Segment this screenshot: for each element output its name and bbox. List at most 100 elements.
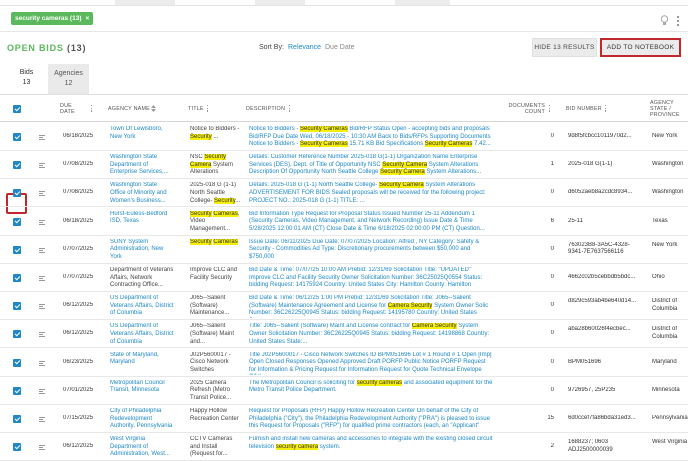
due-date: 07/07/2025 — [63, 274, 94, 280]
agency-link[interactable]: Hurst-Euless-Bedford ISD, Texas — [110, 211, 174, 234]
check-icon[interactable] — [13, 330, 21, 339]
agency-state: New York — [652, 133, 678, 139]
table-row[interactable]: 07/07/2025 SUNY System Administration, Ne… — [0, 236, 688, 264]
col-title[interactable]: TITLE — [188, 106, 204, 112]
bid-description-link[interactable]: Bid Date & Time: 06/12/25 1:00 PM Prebid… — [249, 295, 494, 318]
agency-link[interactable]: Washington State Department of Enterpris… — [110, 154, 174, 177]
check-icon[interactable] — [13, 386, 21, 395]
agency-link[interactable]: Washington State Office of Minority and … — [110, 182, 174, 205]
agency-link[interactable]: US Department of Veterans Affairs, Distr… — [110, 295, 174, 318]
check-icon[interactable] — [13, 358, 21, 367]
bid-description-link[interactable]: Bid Date & Time: 07/07/25 10:00 AM Prebi… — [249, 267, 494, 290]
list-icon[interactable] — [39, 135, 45, 141]
list-icon[interactable] — [39, 304, 45, 310]
table-row[interactable]: 07/07/2025 Department of Veterans Affairs… — [0, 264, 688, 292]
bid-description-link[interactable]: Issue Date: 06/11/2025 Due Date: 07/07/2… — [249, 239, 494, 262]
more-vertical-icon[interactable] — [675, 16, 681, 28]
agency-link[interactable]: SUNY System Administration, New York — [110, 239, 174, 262]
check-icon[interactable] — [13, 105, 21, 113]
bid-description-link[interactable]: Furnish and install new cameras and acce… — [249, 436, 494, 459]
hide-results-button[interactable]: HIDE 13 RESULTS — [532, 38, 597, 57]
list-icon[interactable] — [39, 332, 45, 338]
check-icon[interactable] — [13, 302, 21, 311]
bid-description-link[interactable]: The Metropolitan Council is soliciting f… — [249, 379, 494, 403]
check-icon[interactable] — [13, 217, 21, 226]
bid-description-link[interactable]: Request for Proposals (RFP) Happy Hollow… — [249, 408, 494, 431]
agency-state: Washington — [652, 189, 684, 196]
sort-icon[interactable] — [151, 105, 156, 112]
table-row[interactable]: 07/15/2025 City of Philadelphia Redevelop… — [0, 405, 688, 433]
list-icon[interactable] — [39, 219, 45, 226]
list-icon[interactable] — [39, 388, 45, 395]
documents-count: 0 — [550, 274, 554, 280]
agency-link: Department of Veterans Affairs, Network … — [110, 267, 174, 289]
table-row[interactable]: 06/12/2025 US Department of Veterans Affa… — [0, 320, 688, 349]
table-row[interactable]: 07/01/2025 Metropolitan Council Transit, … — [0, 377, 688, 405]
list-icon[interactable] — [39, 163, 45, 169]
toolbar-tab[interactable] — [115, 0, 175, 5]
list-icon[interactable] — [39, 276, 45, 282]
check-icon[interactable] — [13, 133, 21, 141]
bid-description-link[interactable]: Details: Customer Reference Number 2025-… — [249, 154, 494, 177]
table-row[interactable]: 07/08/2025 Washington State Department of… — [0, 151, 688, 180]
check-icon[interactable] — [13, 189, 21, 198]
col-bid-number[interactable]: BID NUMBER — [566, 106, 602, 112]
table-row[interactable]: 06/23/2025 State of Maryland, Maryland J02… — [0, 349, 688, 377]
agency-state: Pennsylvania — [652, 415, 688, 421]
bid-title: Happy Hollow Recreation Center — [190, 408, 239, 422]
sort-due-date[interactable]: Due Date — [325, 44, 355, 51]
list-icon[interactable] — [39, 191, 45, 197]
agency-link[interactable]: City of Philadelphia Redevelopment Autho… — [110, 408, 174, 431]
bid-description-link[interactable]: Title J02P5600017 - Cisco Network Switch… — [249, 352, 494, 375]
bid-description-link[interactable]: Bid Information Type Request for Proposa… — [249, 211, 494, 234]
col-agency-name[interactable]: AGENCY NAME — [108, 106, 150, 112]
col-description[interactable]: DESCRIPTION — [246, 106, 285, 112]
due-date: 06/18/2025 — [63, 217, 94, 224]
bid-title: J02P5600017 - Cisco Network Switches — [190, 351, 231, 373]
col-documents-count[interactable]: DOCUMENTS COUNT — [507, 103, 545, 115]
list-icon[interactable] — [39, 360, 45, 367]
documents-count: 6 — [550, 217, 554, 224]
bid-description-link[interactable]: Notice to Bidders - Security Cameras Bid… — [249, 126, 494, 149]
list-icon[interactable] — [39, 417, 45, 423]
due-date: 07/01/2025 — [63, 386, 94, 393]
filter-chip-label: security cameras (13) — [15, 15, 82, 22]
due-date: 06/23/2025 — [63, 358, 94, 365]
kebab-icon[interactable] — [289, 105, 291, 113]
check-icon[interactable] — [13, 274, 21, 282]
add-to-notebook-button[interactable]: ADD TO NOTEBOOK — [600, 38, 681, 57]
toolbar-tab[interactable] — [255, 0, 305, 5]
close-icon[interactable]: × — [86, 15, 90, 22]
kebab-icon[interactable] — [91, 105, 93, 113]
check-icon[interactable] — [13, 245, 21, 254]
bid-number: 6d0ccef7fa86bda31ed3... — [568, 415, 636, 421]
lightbulb-icon[interactable] — [660, 15, 669, 27]
table-row[interactable]: 06/18/2025 Town Of Lewisboro, New York Not… — [0, 123, 688, 151]
filter-chip[interactable]: security cameras (13) × — [11, 12, 94, 25]
col-due-date[interactable]: DUE DATE — [60, 103, 80, 115]
kebab-icon[interactable] — [549, 105, 551, 113]
tab-agencies[interactable]: Agencies 12 — [48, 64, 89, 94]
bid-description-link[interactable]: Title: J065--Salient (Software) Maint an… — [249, 323, 494, 346]
table-row[interactable]: 06/12/2025 West Virginia Department of Ad… — [0, 433, 688, 461]
check-icon[interactable] — [13, 415, 21, 423]
table-row[interactable]: 07/08/2025 Washington State Office of Min… — [0, 179, 688, 208]
check-icon[interactable] — [13, 443, 21, 452]
agency-link[interactable]: West Virginia Department of Administrati… — [110, 436, 174, 459]
agency-link[interactable]: Metropolitan Council Transit, Minnesota — [110, 380, 174, 403]
sort-relevance[interactable]: Relevance — [288, 44, 321, 51]
agency-link[interactable]: US Department of Veterans Affairs, Distr… — [110, 323, 174, 346]
agency-link[interactable]: State of Maryland, Maryland — [110, 352, 174, 375]
list-icon[interactable] — [39, 445, 45, 451]
kebab-icon[interactable] — [605, 105, 607, 113]
col-state[interactable]: AGENCY STATE / PROVINCE — [650, 100, 686, 118]
bid-description-link[interactable]: Details: 2025-018 G (1-1) North Seattle … — [249, 182, 494, 205]
kebab-icon[interactable] — [207, 105, 209, 113]
agency-link[interactable]: Town Of Lewisboro, New York — [110, 126, 174, 149]
tab-bids[interactable]: Bids 13 — [7, 64, 46, 94]
table-row[interactable]: 06/12/2025 US Department of Veterans Affa… — [0, 292, 688, 321]
check-icon[interactable] — [13, 161, 21, 170]
toolbar-tab[interactable] — [395, 0, 450, 5]
table-row[interactable]: 06/18/2025 Hurst-Euless-Bedford ISD, Texa… — [0, 208, 688, 236]
list-icon[interactable] — [39, 247, 45, 254]
